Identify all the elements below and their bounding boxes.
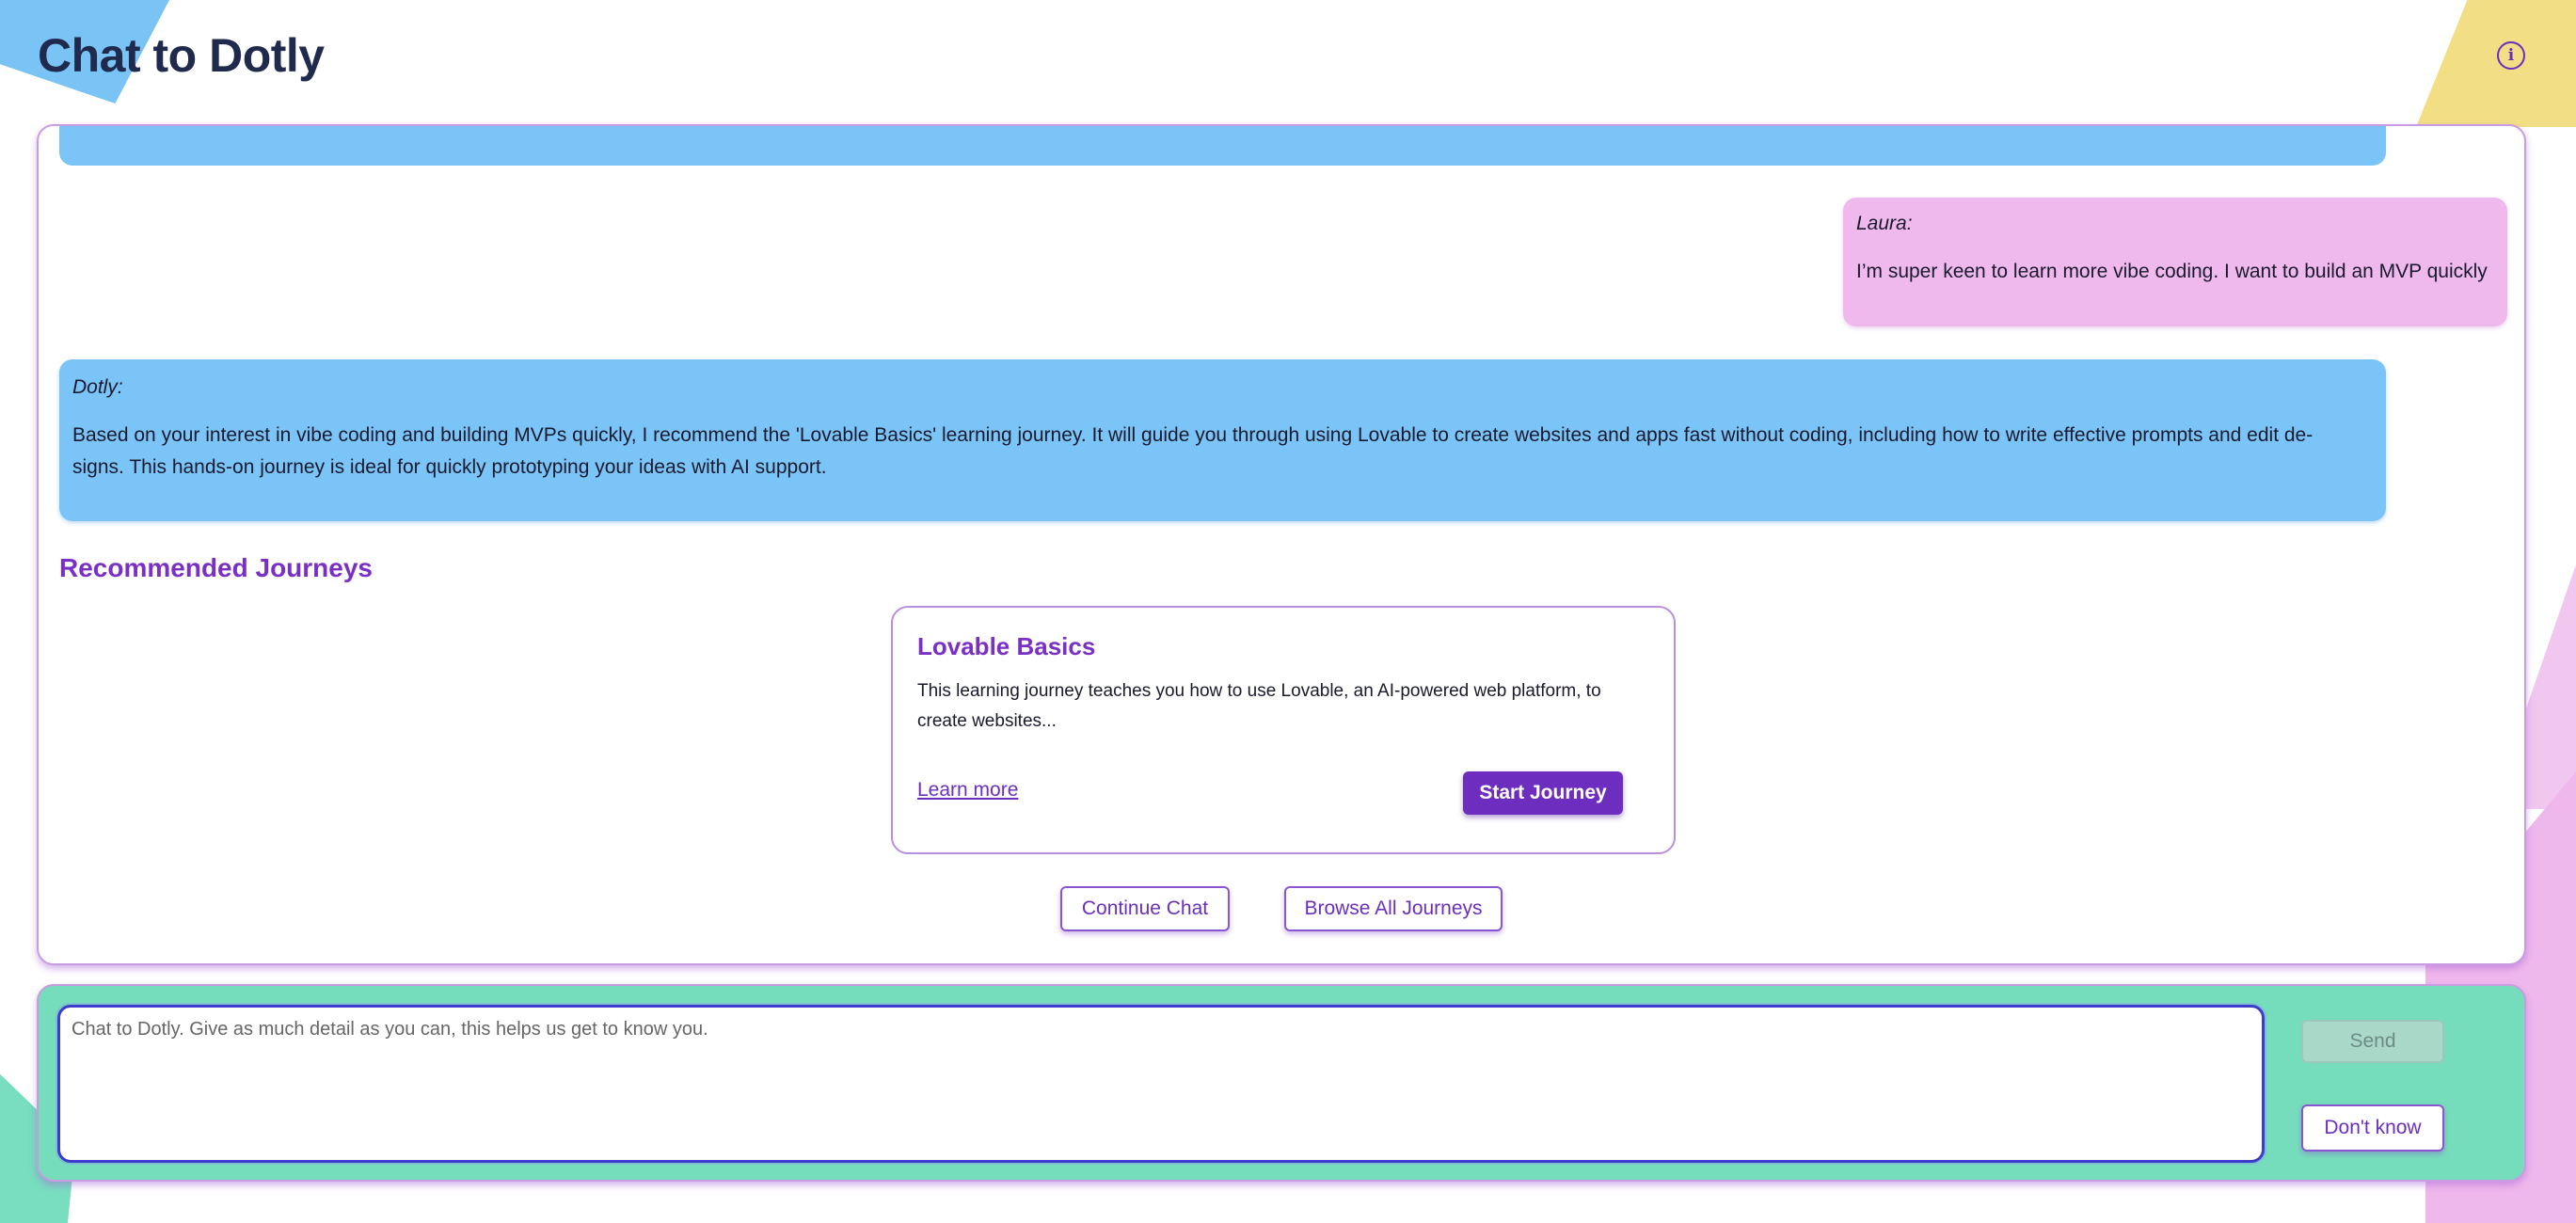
continue-chat-button[interactable]: Continue Chat [1060,886,1230,931]
page-title: Chat to Dotly [38,29,325,82]
browse-all-journeys-button[interactable]: Browse All Journeys [1284,886,1503,931]
info-icon[interactable]: i [2497,41,2525,70]
message-sender: Dotly: [72,376,123,398]
journey-description: This learning journey teaches you how to… [917,681,1601,731]
start-journey-button[interactable]: Start Journey [1463,771,1623,815]
user-message: Laura: I’m super keen to learn more vibe… [1843,198,2507,326]
journey-title: Lovable Basics [917,632,1096,660]
chat-history-panel[interactable]: Laura: I’m super keen to learn more vibe… [37,124,2526,965]
chat-input[interactable] [57,1005,2265,1163]
message-text-line-1: Based on your interest in vibe coding an… [72,424,2314,446]
composer-panel: Send Don't know [37,984,2526,1182]
send-button[interactable]: Send [2301,1020,2444,1063]
previous-bot-message [59,126,2386,166]
recommended-journeys-heading: Recommended Journeys [59,553,373,582]
learn-more-link[interactable]: Learn more [917,779,1018,802]
dont-know-button[interactable]: Don't know [2301,1104,2444,1152]
decorative-shape-yellow [2416,0,2576,127]
message-text: I’m super keen to learn more vibe coding… [1856,261,2488,282]
message-sender: Laura: [1856,213,1913,234]
journey-card: Lovable Basics This learning journey tea… [891,606,1676,854]
message-text-line-2: signs. This hands-on journey is ideal fo… [72,456,827,478]
info-glyph: i [2507,46,2515,65]
bot-message: Dotly: Based on your interest in vibe co… [59,359,2386,521]
